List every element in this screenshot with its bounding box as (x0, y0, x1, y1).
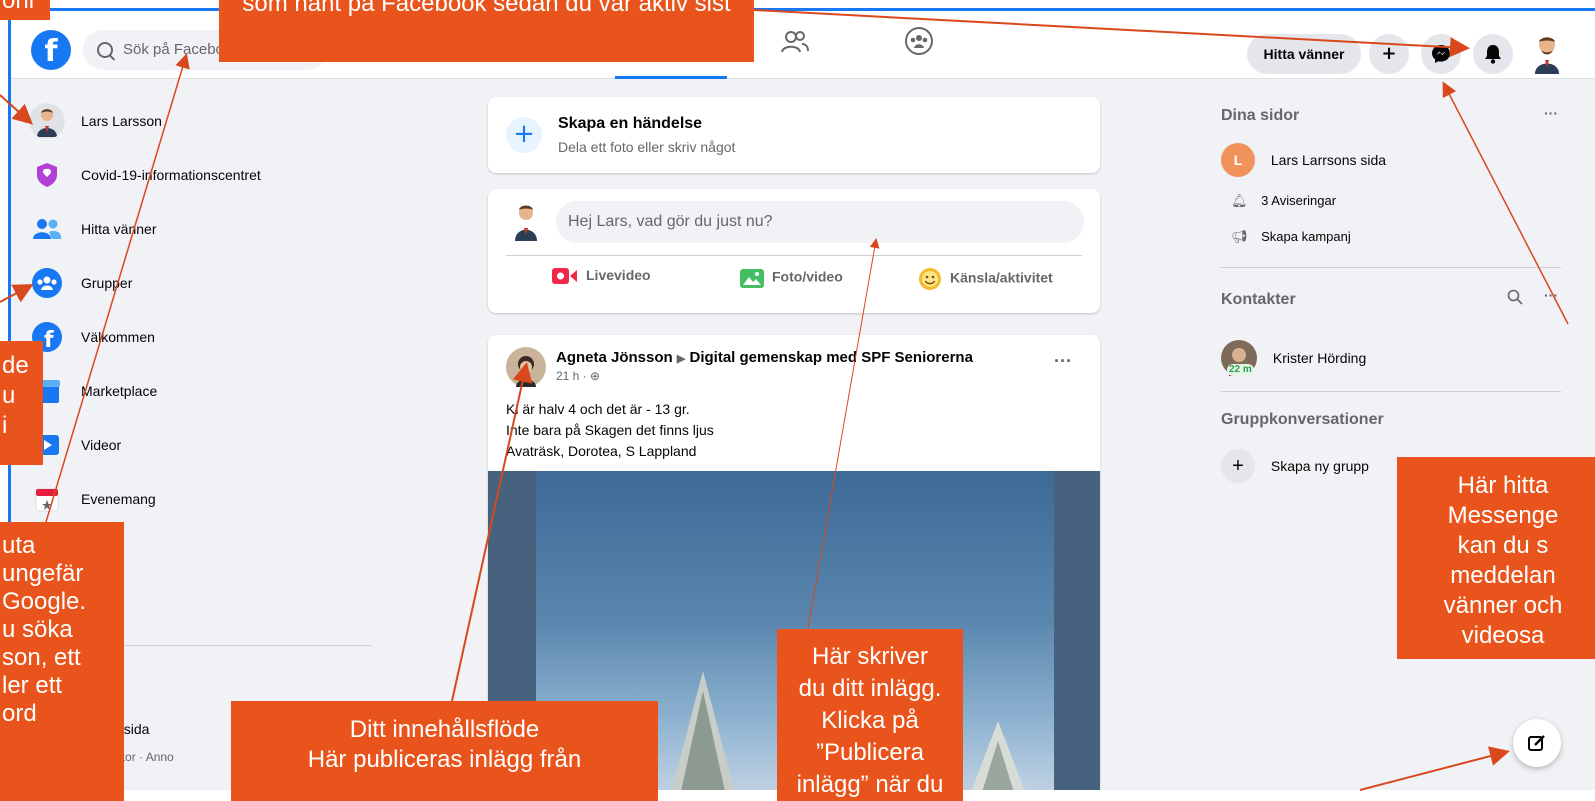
messenger-button[interactable] (1421, 34, 1461, 74)
groups-icon (32, 268, 62, 298)
create-campaign[interactable]: 📢︎ Skapa kampanj (1231, 219, 1351, 255)
right-divider (1221, 267, 1561, 268)
post-composer: Hej Lars, vad gör du just nu? Livevideo … (488, 189, 1100, 313)
post-text-line: Avaträsk, Dorotea, S Lappland (506, 443, 697, 459)
sidebar-item-label: Videor (81, 437, 122, 453)
new-message-button[interactable] (1513, 719, 1561, 767)
feeling-label: Känsla/aktivitet (950, 269, 1053, 286)
account-avatar[interactable] (1527, 34, 1567, 74)
photo-icon (740, 269, 764, 288)
campaign-label: Skapa kampanj (1261, 229, 1351, 244)
live-video-icon (552, 268, 577, 285)
messenger-icon (1432, 45, 1450, 63)
callout-top-center: som hänt på Facebook sedan du var aktiv … (219, 0, 754, 62)
sidebar-item-label: Evenemang (81, 491, 156, 507)
live-video-label: Livevideo (586, 267, 651, 283)
sidebar-item-label: Lars Larsson (81, 113, 162, 129)
pages-options-icon[interactable]: ··· (1544, 105, 1558, 121)
post-header: Agneta Jönsson ▶ Digital gemenskap med S… (556, 349, 973, 366)
callout-text: oni (2, 0, 35, 14)
right-divider (1221, 391, 1561, 392)
page-notifications[interactable]: 🔔︎ 3 Aviseringar (1231, 183, 1336, 219)
callout-text: som hänt på Facebook sedan du var aktiv … (242, 0, 731, 17)
contacts-options-icon[interactable]: ··· (1544, 287, 1558, 303)
post-text: Kl är halv 4 och det är - 13 gr. Inte ba… (506, 399, 714, 462)
post-text-line: Kl är halv 4 och det är - 13 gr. (506, 401, 690, 417)
covid-shield-icon (37, 163, 57, 187)
friends-icon (781, 31, 809, 53)
composer-avatar-icon (515, 205, 537, 241)
create-button[interactable]: + (1369, 34, 1409, 74)
event-subtitle: Dela ett foto eller skriv något (558, 139, 736, 155)
callout-messenger: Här hitta Messenge kan du s meddelan vän… (1397, 457, 1595, 659)
find-friends-button[interactable]: Hitta vänner (1247, 34, 1361, 74)
profile-avatar-icon (29, 103, 65, 139)
search-icon (97, 42, 113, 58)
callout-left-mid: de u i (0, 341, 43, 465)
sidebar-item-label: Välkommen (81, 329, 155, 345)
bell-icon (1485, 45, 1501, 64)
create-group-label: Skapa ny grupp (1270, 458, 1369, 475)
calendar-icon (35, 488, 59, 512)
sidebar-item-label: Hitta vänner (81, 221, 157, 237)
create-group-button[interactable]: + Skapa ny grupp (1221, 447, 1369, 484)
user-avatar-icon (1535, 37, 1559, 74)
feeling-button[interactable]: Känsla/aktivitet (918, 267, 1053, 303)
groups-icon (905, 27, 933, 55)
notifications-count: 3 Aviseringar (1261, 193, 1337, 208)
search-contacts-icon[interactable] (1507, 289, 1523, 308)
contact-name: Krister Hörding (1272, 350, 1367, 367)
plus-icon: + (1381, 43, 1397, 64)
post-options-icon[interactable]: ··· (1054, 351, 1072, 372)
plus-icon: + (1221, 449, 1255, 484)
page-item[interactable]: L Lars Larrsons sida (1221, 141, 1387, 178)
sidebar-item-label: Covid-19-informationscentret (81, 167, 261, 183)
your-pages-heading: Dina sidor (1221, 107, 1300, 124)
composer-divider (506, 255, 1082, 256)
page-name: Lars Larrsons sida (1270, 152, 1387, 169)
tab-groups[interactable] (863, 26, 975, 76)
status-input[interactable]: Hej Lars, vad gör du just nu? (556, 201, 1084, 243)
contact-avatar-icon: 22 m (1221, 340, 1257, 377)
facebook-logo-icon[interactable]: f (31, 30, 71, 70)
create-event-card[interactable]: + Skapa en händelse Dela ett foto eller … (488, 97, 1100, 173)
feeling-icon (919, 268, 941, 290)
caret-right-icon: ▶ (676, 353, 686, 365)
photo-video-label: Foto/video (772, 268, 843, 285)
bell-outline-icon: 🔔︎ (1231, 193, 1248, 208)
contact-item[interactable]: 22 m Krister Hörding (1221, 339, 1367, 377)
group-conversations-heading: Gruppkonversationer (1221, 411, 1384, 428)
callout-feed: Ditt innehållsflöde Här publiceras inläg… (231, 701, 658, 801)
snowy-tree-icon (671, 671, 735, 790)
plus-icon: + (506, 117, 542, 153)
callout-top-left: oni (0, 0, 50, 20)
photo-video-button[interactable]: Foto/video (740, 267, 843, 303)
megaphone-icon: 📢︎ (1231, 229, 1248, 244)
post-meta[interactable]: 21 h · ⊕ (556, 369, 600, 383)
sidebar-item-label: Grupper (81, 275, 133, 291)
post-group[interactable]: Digital gemenskap med SPF Seniorerna (690, 349, 973, 366)
svg-text:f: f (44, 328, 54, 353)
callout-write-post: Här skriver du ditt inlägg. Klicka på ”P… (777, 629, 963, 801)
post-author-avatar-icon[interactable] (506, 347, 546, 387)
snowy-tree-icon (971, 721, 1025, 790)
friends-icon (33, 219, 62, 239)
post-author[interactable]: Agneta Jönsson (556, 349, 673, 366)
sidebar-item-label: Marketplace (81, 383, 158, 399)
live-video-button[interactable]: Livevideo (552, 267, 651, 303)
tab-friends[interactable] (739, 26, 851, 76)
event-title: Skapa en händelse (558, 115, 703, 132)
active-time-badge: 22 m (1227, 364, 1254, 377)
callout-search-info: uta ungefär Google. u söka son, ett ler … (0, 522, 124, 801)
page-avatar-icon: L (1221, 143, 1255, 178)
contacts-heading: Kontakter (1221, 291, 1296, 308)
notifications-button[interactable] (1473, 34, 1513, 74)
compose-icon (1528, 735, 1545, 751)
post-text-line: Inte bara på Skagen det finns ljus (506, 422, 714, 438)
